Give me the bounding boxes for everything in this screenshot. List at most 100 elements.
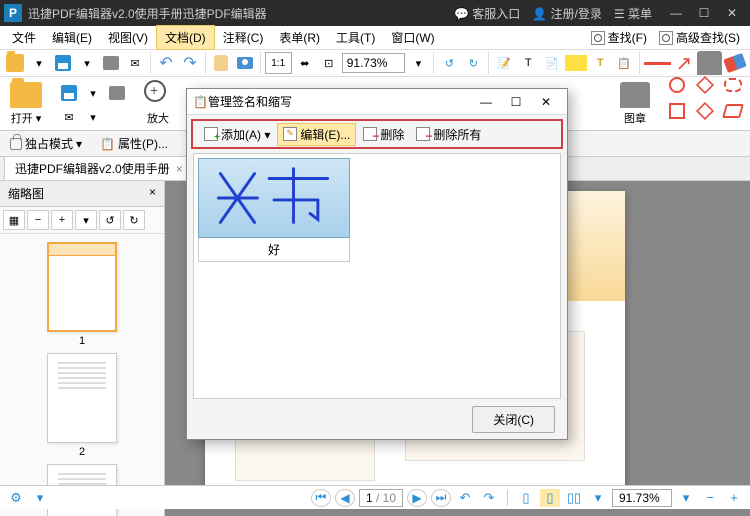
- login-link[interactable]: 👤 注册/登录: [532, 5, 602, 22]
- thumb-tool-1[interactable]: ▦: [3, 210, 25, 230]
- save-dropdown[interactable]: ▾: [76, 52, 98, 74]
- find-button[interactable]: 查找(F): [585, 27, 653, 48]
- circle-tool[interactable]: [666, 74, 688, 96]
- menu-view[interactable]: 视图(V): [100, 26, 156, 49]
- text-box-button[interactable]: T: [589, 52, 611, 74]
- email-button[interactable]: ✉: [124, 52, 146, 74]
- actual-size-button[interactable]: 1:1: [265, 52, 292, 74]
- edit-signature-button[interactable]: 编辑(E)...: [277, 123, 356, 146]
- thumb-zoom-out[interactable]: −: [27, 210, 49, 230]
- stamp-big-button[interactable]: 图章: [616, 80, 654, 128]
- save-2-dropdown[interactable]: ▾: [82, 82, 104, 104]
- edit-content-button[interactable]: 📝: [493, 52, 515, 74]
- snapshot-tool[interactable]: [234, 52, 256, 74]
- signature-item[interactable]: 好: [198, 158, 350, 262]
- layout-facing-button[interactable]: ▯▯: [564, 489, 584, 507]
- close-button[interactable]: ✕: [718, 3, 746, 23]
- layout-single-button[interactable]: ▯: [516, 489, 536, 507]
- polygon-tool[interactable]: [694, 74, 716, 96]
- zoom-out-button[interactable]: −: [700, 489, 720, 507]
- stamp-tool[interactable]: [697, 52, 722, 74]
- layout-continuous-button[interactable]: ▯: [540, 489, 560, 507]
- tab-close-icon[interactable]: ×: [176, 162, 183, 176]
- line-tool[interactable]: [644, 52, 671, 74]
- minimize-button[interactable]: —: [662, 3, 690, 23]
- nav-forward-button[interactable]: ↷: [479, 489, 499, 507]
- thumb-dropdown[interactable]: ▾: [75, 210, 97, 230]
- print-button[interactable]: [100, 52, 122, 74]
- undo-button[interactable]: ↶: [155, 52, 177, 74]
- menu-form[interactable]: 表单(R): [271, 26, 328, 49]
- zoom-in-button[interactable]: +: [724, 489, 744, 507]
- hexagon-tool[interactable]: [694, 100, 716, 122]
- dialog-close-button[interactable]: ✕: [531, 95, 561, 109]
- save-button[interactable]: [52, 52, 74, 74]
- menu-comment[interactable]: 注释(C): [215, 26, 272, 49]
- menu-tool[interactable]: 工具(T): [328, 26, 383, 49]
- exclusive-mode-button[interactable]: 独占模式 ▾: [6, 133, 86, 154]
- prev-page-button[interactable]: ◀: [335, 489, 355, 507]
- thumbnail-2[interactable]: 2: [47, 353, 117, 458]
- thumbnail-1[interactable]: 1: [47, 242, 117, 347]
- menu-edit[interactable]: 编辑(E): [44, 26, 100, 49]
- new-button[interactable]: ▾: [28, 52, 50, 74]
- add-signature-button[interactable]: 添加(A) ▾: [199, 124, 275, 145]
- zoom-dropdown[interactable]: ▾: [407, 52, 429, 74]
- more-button[interactable]: ▾: [82, 106, 104, 128]
- dialog-maximize-button[interactable]: ☐: [501, 95, 531, 109]
- status-zoom-dropdown[interactable]: ▾: [676, 489, 696, 507]
- next-page-button[interactable]: ▶: [407, 489, 427, 507]
- hand-tool[interactable]: [210, 52, 232, 74]
- properties-button[interactable]: 📋 属性(P)...: [96, 133, 172, 154]
- open-small-button[interactable]: [4, 52, 26, 74]
- advanced-find-button[interactable]: 高级查找(S): [653, 27, 746, 48]
- rotate-left-button[interactable]: ↺: [438, 52, 460, 74]
- square-tool[interactable]: [666, 100, 688, 122]
- menu-file[interactable]: 文件: [4, 26, 44, 49]
- highlight-button[interactable]: [565, 55, 587, 71]
- fit-page-button[interactable]: ⊡: [318, 52, 340, 74]
- options-button[interactable]: ⚙: [6, 489, 26, 507]
- add-text-button[interactable]: 📄: [541, 52, 563, 74]
- open-big-button[interactable]: 打开 ▾: [6, 80, 46, 128]
- delete-all-button[interactable]: 删除所有: [411, 124, 486, 145]
- menu-document[interactable]: 文档(D): [156, 25, 215, 50]
- layout-dropdown[interactable]: ▾: [588, 489, 608, 507]
- menu-window[interactable]: 窗口(W): [383, 26, 442, 49]
- thumbnails-list[interactable]: 1 2 3: [0, 234, 164, 516]
- menu-link[interactable]: ☰ 菜单: [614, 5, 652, 22]
- first-page-button[interactable]: ⏮: [311, 489, 331, 507]
- thumb-rotate-left[interactable]: ↺: [99, 210, 121, 230]
- close-dialog-button[interactable]: 关闭(C): [472, 406, 555, 433]
- email-2-button[interactable]: ✉: [58, 106, 80, 128]
- sidebar-close-icon[interactable]: ×: [149, 185, 156, 202]
- support-link[interactable]: 💬 客服入口: [454, 5, 520, 22]
- dialog-icon: 📋: [193, 95, 208, 109]
- signatures-list[interactable]: 好: [193, 153, 561, 399]
- redo-button[interactable]: ↷: [179, 52, 201, 74]
- eraser-tool[interactable]: [724, 52, 746, 74]
- nav-back-button[interactable]: ↶: [455, 489, 475, 507]
- arrow-tool[interactable]: ↗: [673, 52, 695, 74]
- thumb-rotate-right[interactable]: ↻: [123, 210, 145, 230]
- zoom-field[interactable]: 91.73%: [342, 53, 406, 73]
- fit-width-button[interactable]: ⬌: [294, 52, 316, 74]
- status-zoom-field[interactable]: 91.73%: [612, 489, 672, 507]
- cloud-tool[interactable]: [722, 74, 744, 96]
- save-2-button[interactable]: [58, 82, 80, 104]
- document-tab[interactable]: 迅捷PDF编辑器v2.0使用手册 ×: [4, 156, 194, 180]
- last-page-button[interactable]: ⏭: [431, 489, 451, 507]
- print-2-button[interactable]: [106, 82, 128, 104]
- zoom-big-button[interactable]: 放大: [140, 78, 176, 128]
- freeform-tool[interactable]: [722, 100, 744, 122]
- page-number-field[interactable]: 1 / 10: [359, 489, 403, 507]
- options-dropdown[interactable]: ▾: [30, 489, 50, 507]
- maximize-button[interactable]: ☐: [690, 3, 718, 23]
- magnifier-icon: [591, 31, 605, 45]
- delete-signature-button[interactable]: 删除: [358, 124, 409, 145]
- edit-text-button[interactable]: T: [517, 52, 539, 74]
- stamp-button[interactable]: 📋: [613, 52, 635, 74]
- dialog-minimize-button[interactable]: —: [471, 95, 501, 109]
- rotate-right-button[interactable]: ↻: [462, 52, 484, 74]
- thumb-zoom-in[interactable]: +: [51, 210, 73, 230]
